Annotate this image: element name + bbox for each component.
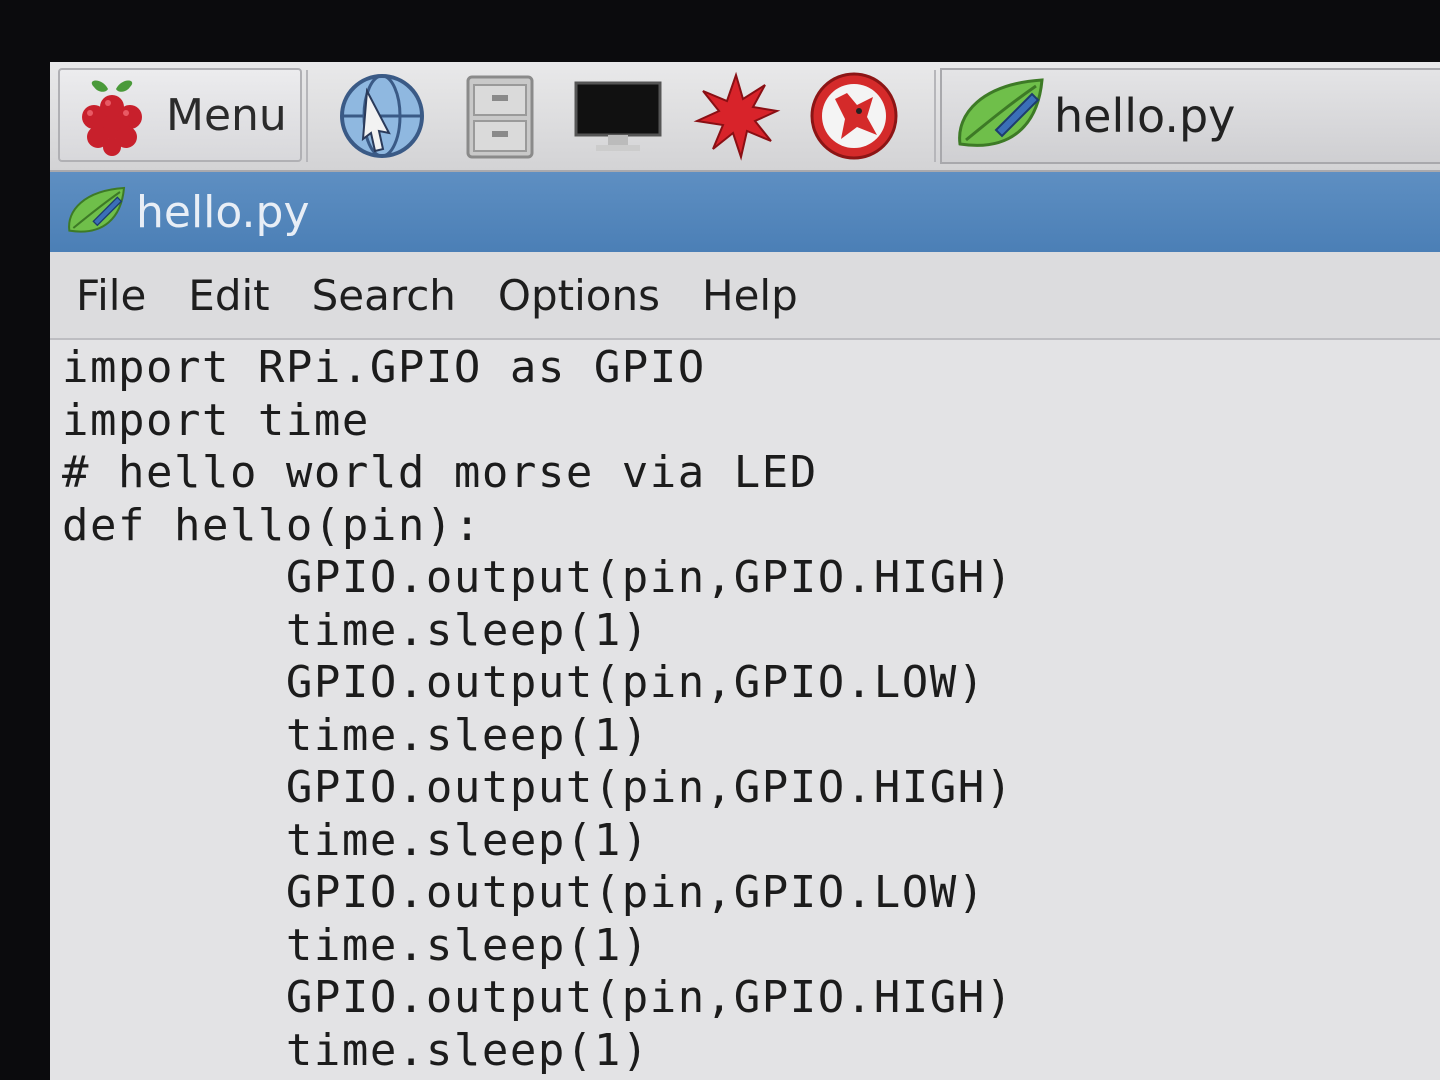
code-line: GPIO.output(pin,GPIO.HIGH) — [62, 552, 1014, 603]
taskbar-separator — [934, 70, 936, 162]
mathematica-icon — [693, 71, 781, 161]
launcher-wolfram[interactable] — [804, 70, 904, 162]
code-line: GPIO.output(pin,GPIO.LOW) — [62, 657, 986, 708]
code-line: import RPi.GPIO as GPIO — [62, 342, 706, 393]
text-editor-leaf-icon — [68, 186, 126, 233]
code-line: def hello(pin): — [62, 499, 482, 551]
text-editor-leaf-icon — [958, 78, 1044, 147]
window-titlebar[interactable]: hello.py — [50, 172, 1440, 252]
code-line: # hello world morse via LED — [62, 447, 818, 498]
code-line: time.sleep(1) — [62, 919, 650, 971]
taskbar: Menu hello.py — [50, 62, 1440, 172]
file-manager-icon — [466, 75, 534, 159]
raspberry-pi-icon — [82, 80, 142, 156]
wolfram-icon — [810, 72, 898, 160]
taskbar-window-hello-py[interactable]: hello.py — [940, 68, 1440, 164]
launcher-file-manager[interactable] — [450, 70, 550, 162]
menubar: File Edit Search Options Help — [50, 252, 1440, 340]
code-text: import RPi.GPIO as GPIO import time # hell… — [50, 340, 1440, 1077]
menu-label: Menu — [166, 89, 287, 141]
monitor-bezel-left — [0, 0, 50, 1080]
code-line: time.sleep(1) — [62, 1024, 650, 1076]
menu-file[interactable]: File — [76, 271, 146, 320]
monitor-bezel-top — [0, 0, 1440, 62]
code-line: time.sleep(1) — [62, 604, 650, 656]
launcher-terminal[interactable] — [568, 70, 668, 162]
menu-button[interactable]: Menu — [58, 68, 302, 162]
code-line: import time — [62, 394, 370, 446]
launcher-web-browser[interactable] — [332, 70, 432, 162]
menu-options[interactable]: Options — [498, 271, 660, 320]
terminal-icon — [574, 81, 662, 151]
menu-edit[interactable]: Edit — [188, 271, 269, 320]
menu-help[interactable]: Help — [702, 271, 798, 320]
code-line: GPIO.output(pin,GPIO.HIGH) — [62, 972, 1014, 1023]
desktop-screen: Menu hello.py hello.py File Edit Search … — [50, 62, 1440, 1080]
launcher-mathematica[interactable] — [686, 70, 786, 162]
web-browser-icon — [340, 74, 424, 158]
menu-search[interactable]: Search — [312, 271, 456, 320]
window-title: hello.py — [136, 186, 310, 238]
code-line: time.sleep(1) — [62, 709, 650, 761]
taskbar-window-label: hello.py — [1054, 89, 1236, 143]
text-editor-area[interactable]: import RPi.GPIO as GPIO import time # hell… — [50, 340, 1440, 1080]
code-line: GPIO.output(pin,GPIO.LOW) — [62, 867, 986, 918]
code-line: GPIO.output(pin,GPIO.HIGH) — [62, 762, 1014, 813]
code-line: time.sleep(1) — [62, 814, 650, 866]
taskbar-separator — [306, 70, 308, 162]
